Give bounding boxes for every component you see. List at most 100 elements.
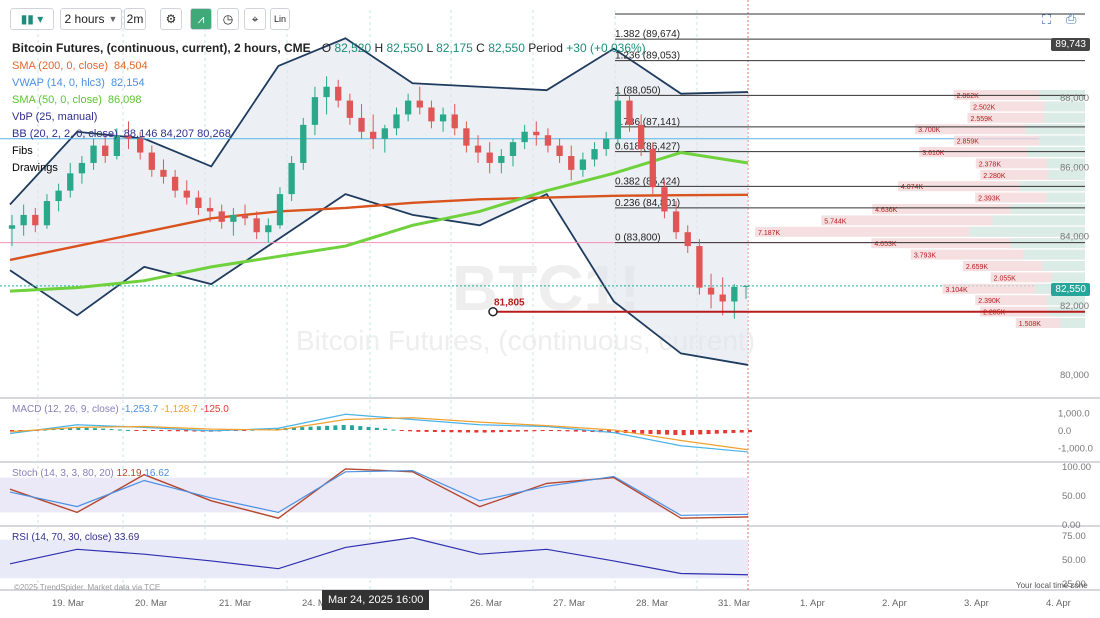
- settings-button[interactable]: ⚙: [160, 8, 182, 30]
- x-tick: 3. Apr: [964, 598, 989, 609]
- macd-hist-bar: [374, 427, 379, 430]
- legend-vwap[interactable]: VWAP (14, 0, hlc3) 82,154: [12, 75, 646, 92]
- vbp-label: 3.700K: [918, 127, 941, 134]
- macd-hist-bar: [466, 430, 471, 433]
- indicator-button[interactable]: ⩘: [190, 8, 212, 30]
- macd-hist-bar: [175, 430, 180, 432]
- stoch-tick: 0.00: [1062, 520, 1081, 531]
- vbp-bar-up: [1039, 135, 1085, 146]
- vbp-bar-up: [1042, 261, 1085, 271]
- fullscreen-icon[interactable]: ⛶: [1042, 12, 1051, 28]
- header-row: Bitcoin Futures, (continuous, current), …: [12, 40, 646, 58]
- macd-legend[interactable]: MACD (12, 26, 9, close) -1,253.7 -1,128.…: [12, 404, 229, 415]
- macd-hist-bar: [167, 430, 172, 432]
- stoch-band: [0, 477, 748, 513]
- candle-body: [241, 214, 249, 219]
- candle-body: [230, 214, 237, 222]
- candle-body: [684, 232, 691, 247]
- interval-custom-button[interactable]: 2m: [124, 8, 146, 30]
- macd-hist-bar: [399, 430, 404, 431]
- macd-hist-bar: [308, 426, 313, 430]
- vbp-label: 1.508K: [1019, 321, 1042, 328]
- candle-body: [265, 225, 272, 233]
- macd-hist-bar: [723, 430, 728, 434]
- candle-body: [276, 194, 284, 226]
- candle-body: [661, 187, 668, 212]
- macd-hist-bar: [474, 430, 479, 433]
- legend-drawings[interactable]: Drawings: [12, 160, 646, 177]
- candle-body: [195, 197, 202, 208]
- camera-icon[interactable]: ⎙: [1066, 11, 1076, 27]
- legend-sma50[interactable]: SMA (50, 0, close) 86,098: [12, 92, 646, 109]
- x-tick: 19. Mar: [52, 598, 84, 609]
- macd-hist-bar: [150, 430, 155, 431]
- crosshair-button[interactable]: ⌖: [244, 8, 266, 30]
- legend-sma200[interactable]: SMA (200, 0, close) 84,504: [12, 58, 646, 75]
- macd-hist-bar: [731, 430, 736, 433]
- rsi-legend[interactable]: RSI (14, 70, 30, close) 33.69: [12, 532, 139, 543]
- vbp-label: 2.659K: [966, 264, 989, 271]
- vbp-label: 2.862K: [957, 93, 980, 100]
- macd-hist-bar: [673, 430, 678, 435]
- vbp-label: 3.793K: [914, 253, 937, 260]
- macd-hist-bar: [117, 429, 122, 431]
- candles-icon: ▮▮ ▾: [20, 12, 44, 26]
- candle-body: [206, 207, 214, 212]
- macd-hist-bar: [515, 430, 520, 432]
- macd-tick: 0.0: [1058, 426, 1071, 437]
- macd-hist-bar: [449, 430, 454, 433]
- stoch-legend[interactable]: Stoch (14, 3, 3, 80, 20) 12.19 16.62: [12, 468, 169, 479]
- macd-hist-bar: [416, 430, 421, 432]
- vbp-label: 2.285K: [983, 310, 1006, 317]
- x-tick: 31. Mar: [718, 598, 750, 609]
- macd-hist-bar: [565, 430, 570, 432]
- candle-body: [649, 149, 656, 188]
- timezone-label[interactable]: Your local time zone: [1016, 581, 1088, 590]
- macd-hist-bar: [341, 424, 346, 430]
- legend-vbp[interactable]: VbP (25, manual): [12, 109, 646, 126]
- macd-hist-bar: [640, 430, 645, 434]
- vbp-label: 2.393K: [978, 196, 1001, 203]
- replay-button[interactable]: ◷: [217, 8, 239, 30]
- chart-title: Bitcoin Futures, (continuous, current), …: [12, 41, 311, 55]
- candle-body: [8, 225, 16, 229]
- x-tick: 1. Apr: [800, 598, 825, 609]
- fib-label: 0 (83,800): [615, 233, 661, 244]
- chart-type-button[interactable]: ▮▮ ▾: [10, 8, 54, 30]
- vbp-label: 2.280K: [983, 173, 1006, 180]
- fib-label: 0.236 (84,801): [615, 198, 680, 209]
- macd-tick: -1,000.0: [1058, 444, 1093, 455]
- fib-label: 1.382 (89,674): [615, 29, 680, 40]
- candle-body: [253, 218, 260, 233]
- candle-body: [183, 190, 190, 198]
- macd-hist-bar: [142, 430, 147, 431]
- interval-select[interactable]: 2 hours ▼: [60, 8, 122, 30]
- clock-icon: ◷: [222, 12, 234, 26]
- price-tick: 80,000: [1060, 370, 1089, 381]
- macd-hist-bar: [748, 430, 752, 433]
- macd-hist-bar: [109, 429, 114, 431]
- x-tick: 28. Mar: [636, 598, 668, 609]
- macd-hist-bar: [665, 430, 670, 435]
- vbp-label: 7.187K: [758, 230, 781, 237]
- candle-body: [32, 214, 39, 226]
- vbp-label: 3.610K: [922, 150, 945, 157]
- price-tick: 84,000: [1060, 232, 1089, 243]
- vbp-label: 5.744K: [824, 218, 847, 225]
- vbp-label: 2.859K: [957, 139, 980, 146]
- legend-bb[interactable]: BB (20, 2, 2, 0, close) 88,146 84,207 80,…: [12, 126, 646, 143]
- legend-fibs[interactable]: Fibs: [12, 143, 646, 160]
- stoch-tick: 100.00: [1062, 462, 1091, 473]
- macd-hist-bar: [358, 426, 363, 430]
- candle-body: [55, 190, 62, 202]
- macd-hist-bar: [656, 430, 661, 435]
- candle-body: [43, 201, 51, 226]
- lin-button[interactable]: Lin: [270, 8, 290, 30]
- macd-hist-bar: [573, 430, 578, 432]
- last-price-tag: 82,550: [1051, 283, 1090, 296]
- x-tick: 4. Apr: [1046, 598, 1071, 609]
- macd-hist-bar: [441, 430, 446, 433]
- legend: Bitcoin Futures, (continuous, current), …: [12, 40, 646, 177]
- vbp-bar-up: [1060, 318, 1085, 328]
- macd-hist-bar: [432, 430, 437, 433]
